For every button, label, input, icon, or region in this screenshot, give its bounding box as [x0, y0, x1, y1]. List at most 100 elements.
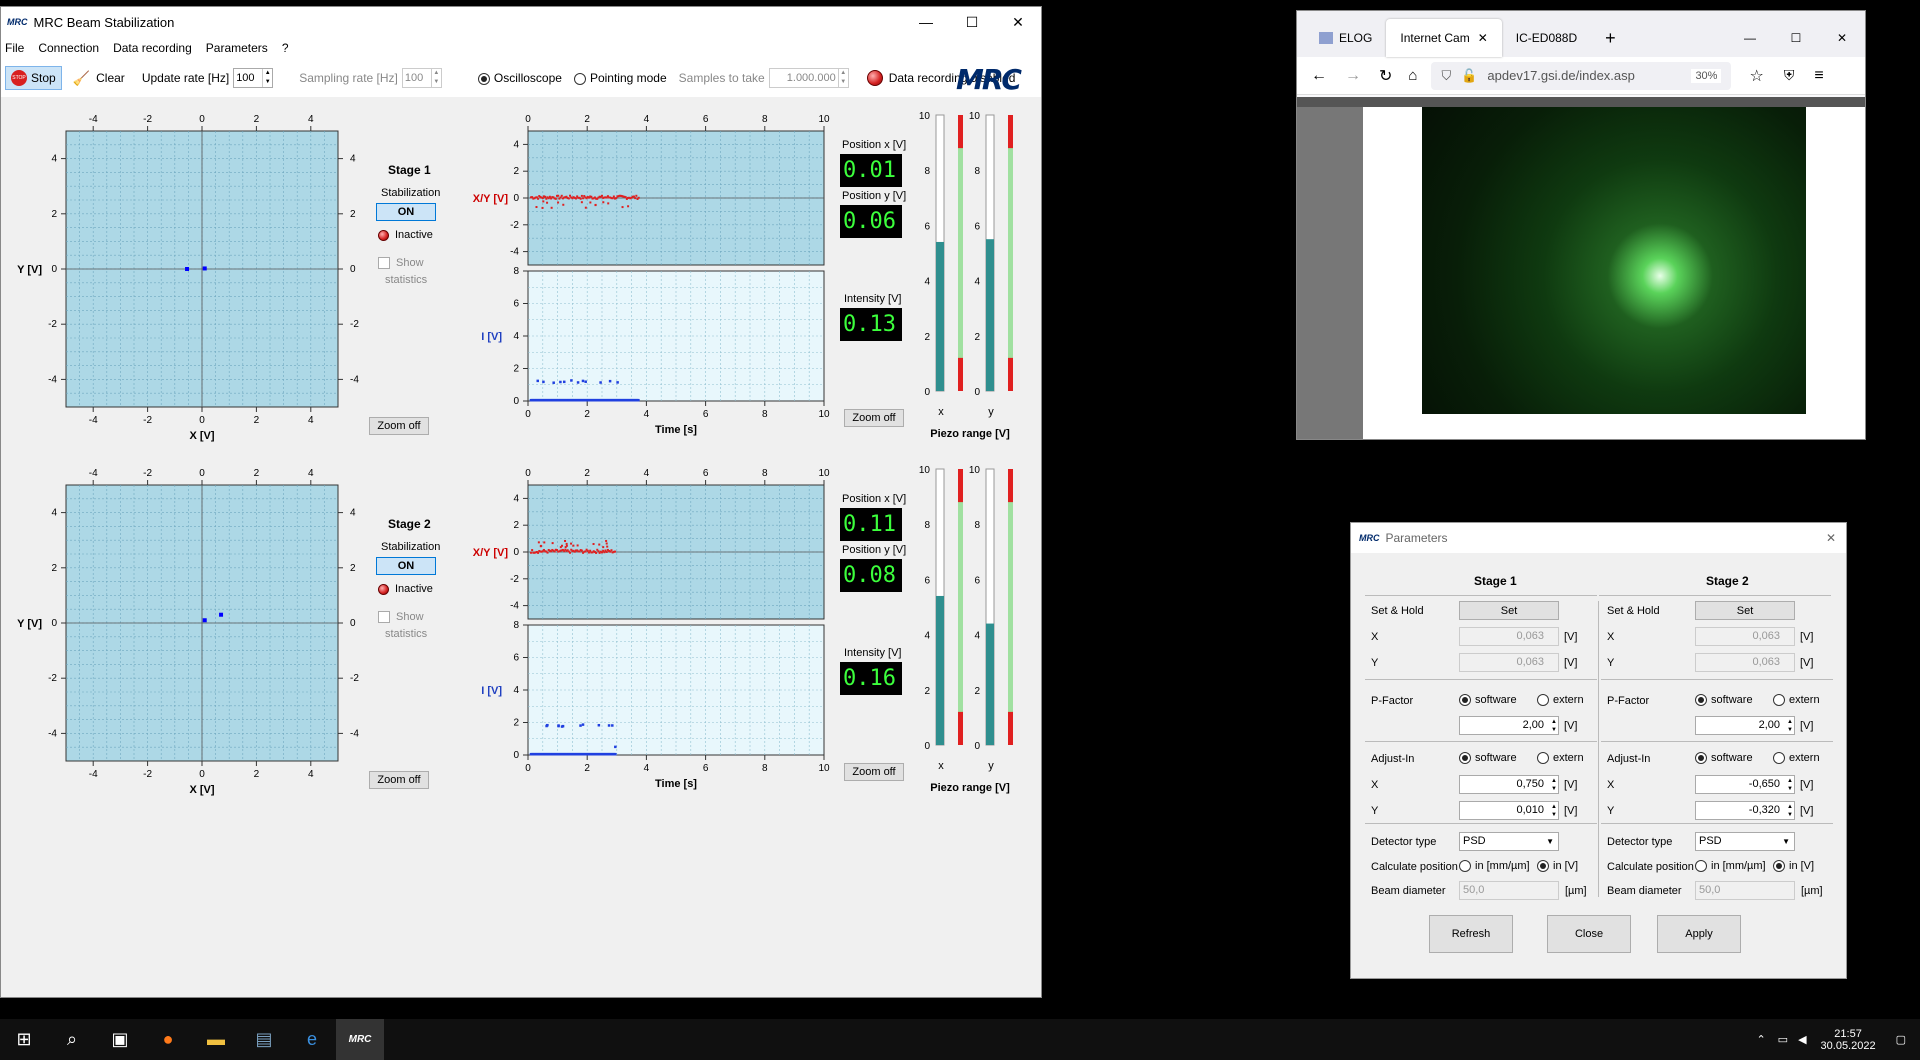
- minimize-icon[interactable]: —: [903, 14, 949, 31]
- mrc-app-icon[interactable]: MRC: [336, 1019, 384, 1060]
- xy-vs-time-plot[interactable]: 0 2 4 6 8 10 -4 -2 0 2 4 X/Y [V]: [426, 453, 836, 623]
- tab-elog[interactable]: ELOG: [1305, 19, 1386, 57]
- spin-arrows-icon[interactable]: ▲ ▼: [1551, 777, 1557, 793]
- tab-ic-ed088d[interactable]: IC-ED088D: [1502, 19, 1591, 57]
- windows-start-icon[interactable]: ⊞: [0, 1019, 48, 1060]
- chevron-down-icon[interactable]: ▼: [1782, 833, 1790, 850]
- radio-icon[interactable]: [1773, 694, 1785, 707]
- xy-vs-time-plot[interactable]: 0 2 4 6 8 10 -4 -2 0 2 4 X/Y [V]: [426, 99, 836, 269]
- menu-data-recording[interactable]: Data recording: [113, 41, 192, 55]
- radio-icon[interactable]: [573, 72, 586, 85]
- clock[interactable]: 21:57 30.05.2022: [1821, 1028, 1876, 1052]
- p-factor-software-radio[interactable]: software: [1459, 694, 1517, 707]
- title-bar[interactable]: MRC MRC Beam Stabilization — ☐ ✕: [1, 7, 1041, 37]
- adjust-extern-radio[interactable]: extern: [1773, 752, 1820, 765]
- tab-internet-cam[interactable]: Internet Cam ✕: [1386, 19, 1502, 57]
- adjust-x-field[interactable]: -0,650 ▲ ▼: [1695, 775, 1795, 794]
- clear-button[interactable]: 🧹 Clear: [68, 67, 130, 90]
- intensity-vs-time-plot[interactable]: 0 2 4 6 8 10 0 2 4 6 8 Time [s] I [V]: [426, 266, 836, 451]
- spin-arrows-icon[interactable]: ▲ ▼: [1551, 718, 1557, 734]
- close-button[interactable]: Close: [1547, 915, 1631, 953]
- radio-icon[interactable]: [1459, 860, 1471, 873]
- spin-arrows-icon[interactable]: ▲ ▼: [1787, 777, 1793, 793]
- xy-position-plot[interactable]: -4 -4 -2 -2 0 0 2 2 4 4 -4 -4 -2 -2 0 0 2 2 4 4 X [V] Y [V]: [6, 453, 426, 803]
- notification-icon[interactable]: ▢: [1896, 1033, 1906, 1046]
- update-rate-spinbox[interactable]: ▲▼: [233, 68, 274, 88]
- stop-button[interactable]: STOP Stop: [5, 66, 62, 90]
- menu-connection[interactable]: Connection: [38, 41, 99, 55]
- reload-icon[interactable]: ↻: [1379, 66, 1392, 86]
- pointing-mode-option[interactable]: Pointing mode: [573, 71, 667, 85]
- radio-icon[interactable]: [477, 72, 490, 85]
- radio-icon[interactable]: [1773, 860, 1785, 873]
- intensity-vs-time-plot[interactable]: 0 2 4 6 8 10 0 2 4 6 8 Time [s] I [V]: [426, 620, 836, 805]
- radio-icon[interactable]: [1459, 752, 1471, 765]
- radio-icon[interactable]: [1773, 752, 1785, 765]
- adjust-y-field[interactable]: 0,010 ▲ ▼: [1459, 801, 1559, 820]
- pocket-icon[interactable]: ⛨: [1784, 67, 1795, 84]
- zoom-off-button[interactable]: Zoom off: [844, 409, 904, 427]
- close-icon[interactable]: ✕: [995, 14, 1041, 31]
- maximize-icon[interactable]: ☐: [949, 14, 995, 31]
- detector-type-select[interactable]: PSD ▼: [1695, 832, 1795, 851]
- detector-type-select[interactable]: PSD ▼: [1459, 832, 1559, 851]
- set-hold-button[interactable]: Set: [1459, 601, 1559, 620]
- spin-arrows-icon[interactable]: ▲ ▼: [1787, 803, 1793, 819]
- refresh-button[interactable]: Refresh: [1429, 915, 1513, 953]
- zoom-off-button[interactable]: Zoom off: [369, 771, 429, 789]
- back-icon[interactable]: ←: [1311, 67, 1327, 85]
- task-view-icon[interactable]: ▣: [96, 1019, 144, 1060]
- calc-mm-radio[interactable]: in [mm/µm]: [1695, 860, 1766, 873]
- zoom-level[interactable]: 30%: [1691, 68, 1722, 83]
- radio-icon[interactable]: [1459, 694, 1471, 707]
- spin-arrows-icon[interactable]: ▲ ▼: [262, 69, 272, 87]
- radio-icon[interactable]: [1537, 694, 1549, 707]
- menu-file[interactable]: File: [5, 41, 24, 55]
- parameters-title-bar[interactable]: MRC Parameters ✕: [1351, 523, 1846, 553]
- p-factor-extern-radio[interactable]: extern: [1773, 694, 1820, 707]
- firefox-icon[interactable]: ●: [144, 1019, 192, 1060]
- show-statistics-checkbox[interactable]: Show statistics: [378, 609, 427, 643]
- menu-help[interactable]: ?: [282, 41, 289, 55]
- radio-icon[interactable]: [1695, 752, 1707, 765]
- p-factor-software-radio[interactable]: software: [1695, 694, 1753, 707]
- set-hold-button[interactable]: Set: [1695, 601, 1795, 620]
- update-rate-input[interactable]: [234, 72, 263, 84]
- oscilloscope-option[interactable]: Oscilloscope: [477, 71, 562, 85]
- spin-arrows-icon[interactable]: ▲ ▼: [1551, 803, 1557, 819]
- p-factor-field[interactable]: 2,00 ▲ ▼: [1695, 716, 1795, 735]
- adjust-software-radio[interactable]: software: [1695, 752, 1753, 765]
- radio-icon[interactable]: [1537, 860, 1549, 873]
- chevron-down-icon[interactable]: ▼: [1546, 833, 1554, 850]
- xy-position-plot[interactable]: -4 -4 -2 -2 0 0 2 2 4 4 -4 -4 -2 -2 0 0 2 2 4 4 X [V] Y [V]: [6, 99, 426, 449]
- file-explorer-icon[interactable]: ▬: [192, 1019, 240, 1060]
- calc-v-radio[interactable]: in [V]: [1773, 860, 1814, 873]
- radio-icon[interactable]: [1695, 860, 1707, 873]
- minimize-icon[interactable]: —: [1727, 31, 1773, 45]
- p-factor-field[interactable]: 2,00 ▲ ▼: [1459, 716, 1559, 735]
- new-tab-icon[interactable]: +: [1591, 19, 1630, 57]
- menu-icon[interactable]: ≡: [1814, 67, 1823, 85]
- checkbox-icon[interactable]: [378, 257, 390, 270]
- calc-mm-radio[interactable]: in [mm/µm]: [1459, 860, 1530, 873]
- checkbox-icon[interactable]: [378, 611, 390, 624]
- home-icon[interactable]: ⌂: [1408, 67, 1417, 84]
- menu-parameters[interactable]: Parameters: [206, 41, 268, 55]
- calc-v-radio[interactable]: in [V]: [1537, 860, 1578, 873]
- radio-icon[interactable]: [1537, 752, 1549, 765]
- network-icon[interactable]: ▭: [1778, 1033, 1788, 1046]
- adjust-software-radio[interactable]: software: [1459, 752, 1517, 765]
- zoom-off-button[interactable]: Zoom off: [844, 763, 904, 781]
- search-icon[interactable]: ⌕: [48, 1019, 96, 1060]
- close-icon[interactable]: ✕: [1826, 531, 1836, 545]
- internet-explorer-icon[interactable]: e: [288, 1019, 336, 1060]
- p-factor-extern-radio[interactable]: extern: [1537, 694, 1584, 707]
- url-bar[interactable]: ⛉ 🔓 apdev17.gsi.de/index.asp 30%: [1431, 61, 1732, 90]
- close-icon[interactable]: ✕: [1478, 31, 1488, 45]
- radio-icon[interactable]: [1695, 694, 1707, 707]
- spin-arrows-icon[interactable]: ▲ ▼: [1787, 718, 1793, 734]
- adjust-x-field[interactable]: 0,750 ▲ ▼: [1459, 775, 1559, 794]
- forward-icon[interactable]: →: [1345, 67, 1361, 85]
- image-app-icon[interactable]: ▤: [240, 1019, 288, 1060]
- show-statistics-checkbox[interactable]: Show statistics: [378, 255, 427, 289]
